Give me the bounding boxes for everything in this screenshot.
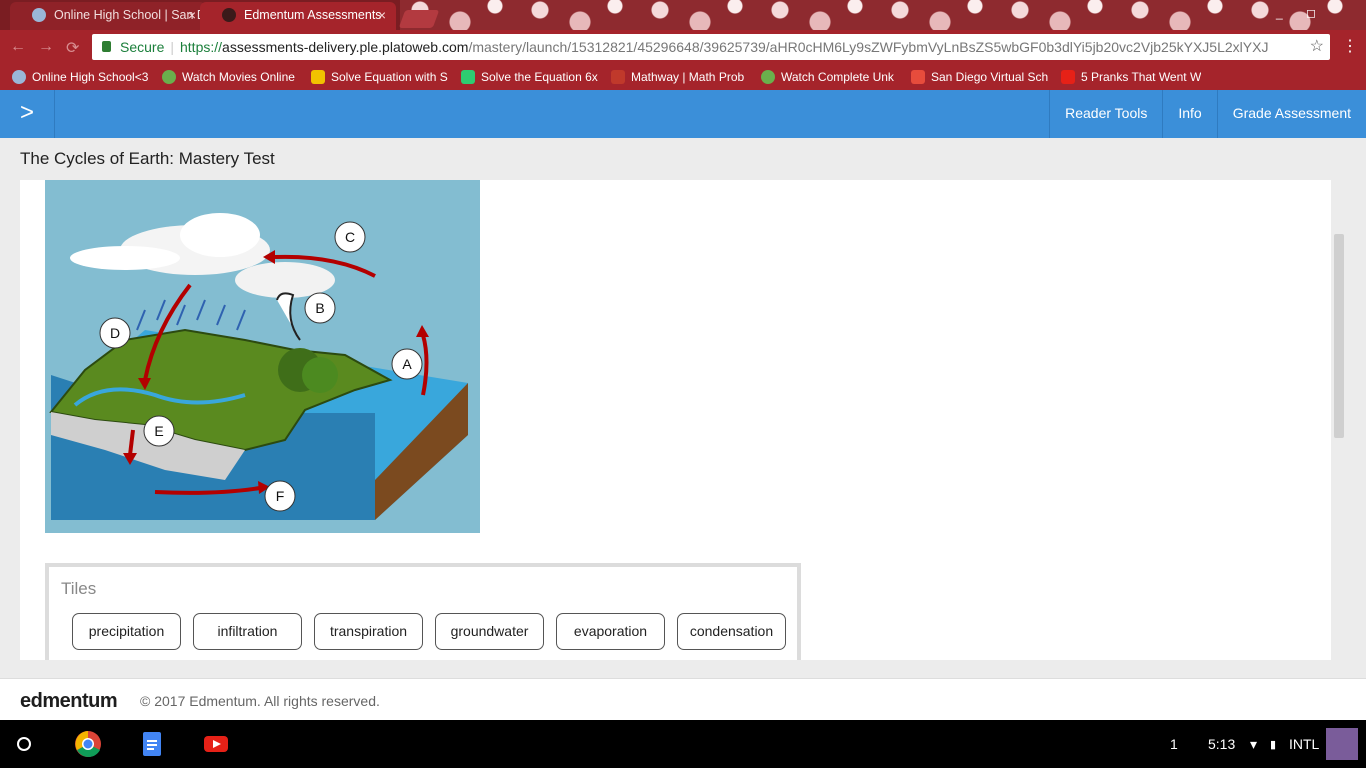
bookmark-item[interactable]: Watch Movies Online (162, 69, 298, 85)
app-header: > Reader Tools Info Grade Assessment (0, 90, 1366, 138)
google-docs-icon[interactable] (138, 730, 166, 758)
question-panel: A B C D E F Tiles precipitation infiltra… (20, 180, 1331, 660)
diagram-label-a: A (402, 356, 412, 372)
diagram-label-c: C (345, 229, 355, 245)
diagram-label-b: B (315, 300, 324, 316)
url-path: /mastery/launch/15312821/45296648/396257… (468, 39, 1269, 55)
bookmark-label: Solve the Equation 6x (481, 70, 598, 84)
bookmark-label: Online High School<3 (32, 70, 149, 84)
page-footer: edmentum © 2017 Edmentum. All rights res… (0, 678, 1366, 720)
browser-menu-icon[interactable]: ⋮ (1342, 36, 1358, 56)
tab-title: Edmentum Assessments (244, 8, 382, 22)
globe-icon (32, 8, 46, 22)
new-tab-button[interactable] (398, 10, 440, 28)
diagram-label-d: D (110, 325, 120, 341)
browser-tab-online-high-school[interactable]: Online High School | San Diego × (10, 2, 206, 30)
secure-label: Secure (120, 39, 165, 55)
url-host: assessments-delivery.ple.platoweb.com (222, 39, 469, 55)
bookmark-item[interactable]: Mathway | Math Prob (611, 69, 751, 85)
tile-precipitation[interactable]: precipitation (72, 613, 181, 650)
omnibox-divider: | (170, 39, 174, 55)
cloud (180, 213, 260, 257)
tile-infiltration[interactable]: infiltration (193, 613, 302, 650)
forward-icon[interactable]: → (38, 38, 54, 56)
bookmark-item[interactable]: Solve the Equation 6x (461, 69, 599, 85)
youtube-icon[interactable] (202, 730, 230, 758)
arrow-b (276, 292, 301, 341)
info-button[interactable]: Info (1162, 90, 1216, 138)
bookmark-label: Mathway | Math Prob (631, 70, 745, 84)
trees (302, 357, 338, 393)
chrome-icon[interactable] (74, 730, 102, 758)
play-icon (761, 70, 775, 84)
browser-theme-background (400, 0, 1366, 30)
arrow-a-head (416, 325, 429, 337)
address-bar[interactable]: Secure | https://assessments-delivery.ple.… (92, 34, 1330, 60)
url-scheme: https:// (180, 39, 223, 55)
reader-tools-button[interactable]: Reader Tools (1049, 90, 1162, 138)
os-shelf: 1 5:13 ▾ ▮ INTL (0, 720, 1366, 768)
bookmark-star-icon[interactable]: ☆ (1310, 34, 1324, 60)
grade-assessment-button[interactable]: Grade Assessment (1216, 90, 1366, 138)
diagram-label-e: E (154, 423, 163, 439)
arrow-a (421, 334, 429, 396)
cloud (70, 246, 180, 270)
launcher-icon[interactable] (17, 737, 31, 751)
notification-count[interactable]: 1 (1170, 736, 1178, 752)
tiles-heading: Tiles (61, 579, 97, 598)
edmentum-favicon-icon (222, 8, 236, 22)
tab-title: Online High School | San Diego (54, 8, 206, 22)
bookmark-label: 5 Pranks That Went W (1081, 70, 1201, 84)
tile-evaporation[interactable]: evaporation (556, 613, 665, 650)
reload-icon[interactable]: ⟳ (66, 38, 79, 58)
bookmark-label: Solve Equation with S (331, 70, 448, 84)
diagram-label-f: F (276, 488, 285, 504)
bookmark-item[interactable]: San Diego Virtual Sch (911, 69, 1051, 85)
water-cycle-diagram: A B C D E F (45, 180, 480, 533)
window-controls[interactable]: _ ◻ (1276, 6, 1326, 20)
tiles-container: Tiles precipitation infiltration transpi… (45, 563, 801, 660)
page-title: The Cycles of Earth: Mastery Test (20, 149, 275, 168)
tile-groundwater[interactable]: groundwater (435, 613, 544, 650)
bookmark-label: San Diego Virtual Sch (931, 70, 1049, 84)
bookmarks-bar: Online High School<3 Watch Movies Online… (0, 64, 1366, 90)
expand-menu-button[interactable]: > (0, 90, 55, 138)
c-icon (461, 70, 475, 84)
youtube-icon (1061, 70, 1075, 84)
bookmark-item[interactable]: 5 Pranks That Went W (1061, 69, 1201, 85)
app-nav: Reader Tools Info Grade Assessment (1049, 90, 1366, 138)
bookmark-label: Watch Movies Online (182, 70, 295, 84)
bookmark-item[interactable]: Watch Complete Unk (761, 69, 901, 85)
close-tab-icon[interactable]: × (378, 2, 386, 28)
wifi-icon[interactable]: ▾ (1250, 736, 1257, 753)
rain (136, 299, 246, 331)
close-tab-icon[interactable]: × (188, 2, 196, 28)
bookmark-label: Watch Complete Unk (781, 70, 894, 84)
battery-icon[interactable]: ▮ (1270, 738, 1276, 751)
clock[interactable]: 5:13 (1208, 736, 1235, 752)
input-method-label[interactable]: INTL (1289, 736, 1319, 752)
mathway-icon (611, 70, 625, 84)
play-icon (162, 70, 176, 84)
edmentum-logo: edmentum (20, 690, 118, 712)
content-scrollbar[interactable] (1334, 234, 1344, 438)
browser-tab-edmentum[interactable]: Edmentum Assessments × (200, 2, 396, 30)
browser-toolbar: ← → ⟳ Secure | https://assessments-deliver… (0, 30, 1366, 64)
tile-transpiration[interactable]: transpiration (314, 613, 423, 650)
assessment-content: The Cycles of Earth: Mastery Test A B C … (0, 138, 1366, 678)
q-icon (311, 70, 325, 84)
mail-icon (911, 70, 925, 84)
globe-icon (12, 70, 26, 84)
back-icon[interactable]: ← (10, 38, 26, 56)
avatar[interactable] (1326, 728, 1358, 760)
browser-tab-strip: Online High School | San Diego × Edmentu… (0, 0, 1366, 30)
bookmark-item[interactable]: Online High School<3 (12, 69, 152, 85)
tile-condensation[interactable]: condensation (677, 613, 786, 650)
bookmark-item[interactable]: Solve Equation with S (311, 69, 451, 85)
copyright-text: © 2017 Edmentum. All rights reserved. (140, 693, 380, 709)
lock-icon (102, 41, 111, 52)
